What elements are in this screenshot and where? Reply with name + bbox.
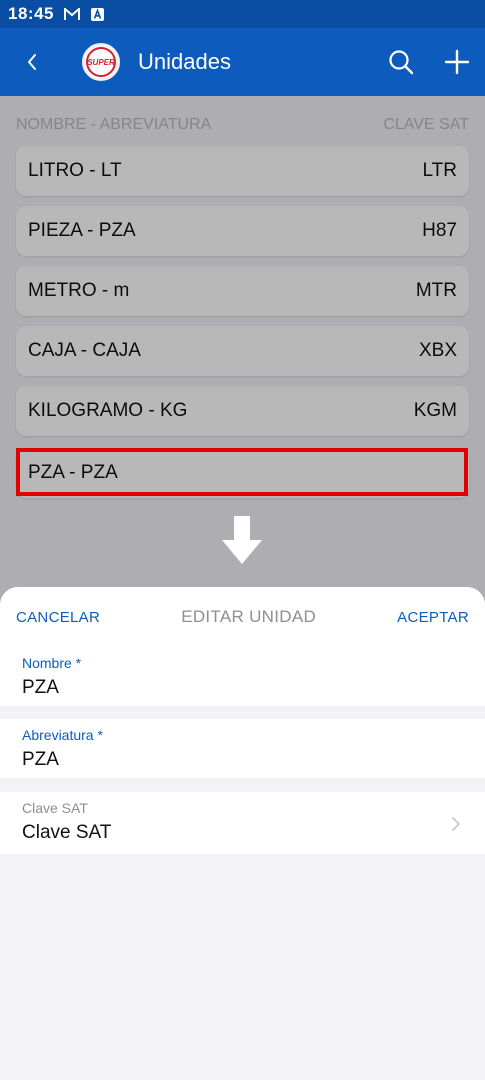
status-time: 18:45 (8, 4, 54, 23)
logo-text: SUPER (87, 57, 115, 67)
name-field-label: Nombre * (22, 655, 82, 671)
sat-key-field-label: Clave SAT (22, 800, 88, 816)
page-title: Unidades (138, 49, 231, 74)
arrow-down-icon (222, 516, 262, 569)
sheet-title: EDITAR UNIDAD (181, 607, 317, 626)
edit-unit-sheet: CANCELAR EDITAR UNIDAD ACEPTAR Nombre * … (0, 587, 485, 1080)
plus-icon (444, 49, 470, 75)
gmail-icon (63, 7, 80, 21)
name-field[interactable]: Nombre * PZA (0, 647, 485, 706)
status-bar: 18:45 (0, 0, 485, 28)
search-button[interactable] (373, 28, 429, 96)
app-bar: SUPER Unidades (0, 28, 485, 96)
back-button[interactable] (0, 28, 64, 96)
app-logo: SUPER (82, 43, 120, 81)
abbreviation-field[interactable]: Abreviatura * PZA (0, 719, 485, 778)
sheet-header: CANCELAR EDITAR UNIDAD ACEPTAR (0, 587, 485, 647)
sat-key-field[interactable]: Clave SAT Clave SAT (0, 792, 485, 854)
accept-button[interactable]: ACEPTAR (397, 609, 469, 626)
sat-key-field-value: Clave SAT (22, 822, 112, 843)
notification-a-icon (90, 7, 106, 21)
add-button[interactable] (429, 28, 485, 96)
abbreviation-field-value[interactable]: PZA (22, 749, 463, 771)
abbreviation-field-label: Abreviatura * (22, 727, 103, 743)
search-icon (389, 50, 414, 75)
chevron-left-icon (28, 54, 36, 70)
chevron-right-icon (452, 817, 460, 831)
selected-row-highlight (16, 448, 468, 496)
cancel-button[interactable]: CANCELAR (16, 609, 100, 626)
name-field-value[interactable]: PZA (22, 677, 463, 699)
